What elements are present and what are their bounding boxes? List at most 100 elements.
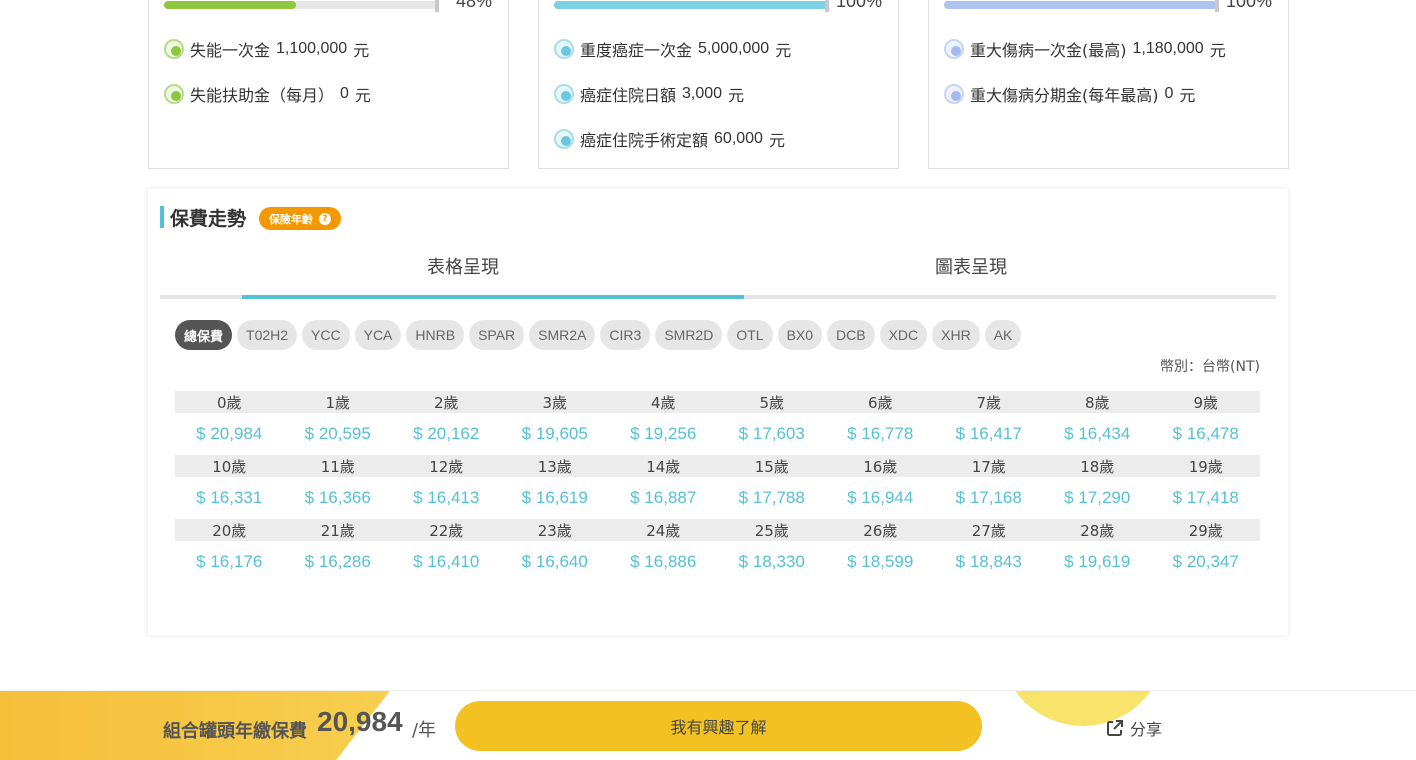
plan-chip[interactable]: AK <box>984 320 1022 350</box>
coverage-progress-bar <box>944 1 1218 9</box>
coverage-item-label: 重大傷病分期金(每年最高) <box>970 86 1159 105</box>
age-cell: 28歲 <box>1080 521 1115 540</box>
coverage-item-unit: 元 <box>775 41 792 60</box>
coverage-card-disability: 48% 失能一次金 1,100,000 元 失能扶助金（每月） 0 元 <box>148 0 509 169</box>
age-cell: 6歲 <box>867 393 893 412</box>
plan-chip[interactable]: T02H2 <box>237 320 298 350</box>
age-cell: 3歲 <box>542 393 568 412</box>
bottom-action-bar: 組合罐頭年繳保費 20,984 /年 我有興趣了解 分享 <box>0 690 1416 760</box>
coverage-item-amount: 0 <box>340 85 349 102</box>
age-cell: 13歲 <box>537 457 572 476</box>
currency-label: 幣別：台幣(NT) <box>1160 359 1260 375</box>
age-row: 20歲 21歲 22歲 23歲 24歲 25歲 26歲 27歲 28歲 29歲 <box>175 519 1260 541</box>
coverage-item: 重大傷病一次金(最高) 1,180,000 元 <box>944 37 1226 61</box>
age-cell: 19歲 <box>1188 457 1223 476</box>
premium-cell: $ 16,640 <box>521 552 588 571</box>
premium-cell: $ 17,290 <box>1064 488 1131 507</box>
insurance-age-label: 保險年齡 <box>269 212 313 226</box>
coverage-item-label: 癌症住院日額 <box>580 86 677 105</box>
age-row: 0歲 1歲 2歲 3歲 4歲 5歲 6歲 7歲 8歲 9歲 <box>175 391 1260 413</box>
plan-chip[interactable]: HNRB <box>406 320 465 350</box>
radio-dot-icon <box>164 39 184 59</box>
plan-chip[interactable]: YCC <box>302 320 350 350</box>
tab-table-view[interactable]: 表格呈現 <box>427 253 499 279</box>
age-cell: 24歲 <box>646 521 681 540</box>
title-accent-bar <box>160 206 164 228</box>
premium-cell: $ 16,286 <box>304 552 371 571</box>
age-cell: 11歲 <box>320 457 355 476</box>
insurance-age-badge[interactable]: 保險年齡 ? <box>259 207 341 230</box>
premium-cell: $ 16,176 <box>196 552 263 571</box>
premium-cell: $ 19,619 <box>1064 552 1131 571</box>
tab-active-indicator <box>242 295 744 299</box>
coverage-item-amount: 1,180,000 <box>1132 40 1204 57</box>
coverage-percent: 48% <box>455 0 492 11</box>
share-button[interactable]: 分享 <box>1106 716 1162 740</box>
coverage-item: 癌症住院手術定額 60,000 元 <box>554 127 785 151</box>
age-cell: 5歲 <box>759 393 785 412</box>
coverage-item-amount: 0 <box>1164 85 1174 102</box>
coverage-item-label: 癌症住院手術定額 <box>580 131 709 150</box>
plan-chip[interactable]: CIR3 <box>600 320 651 350</box>
age-cell: 4歲 <box>650 393 676 412</box>
plan-chip[interactable]: BX0 <box>777 320 823 350</box>
plan-chip[interactable]: SMR2D <box>655 320 723 350</box>
plan-chip[interactable]: XDC <box>879 320 928 350</box>
radio-dot-icon <box>944 39 964 59</box>
premium-cell: $ 16,887 <box>630 488 697 507</box>
coverage-item-amount: 5,000,000 <box>698 40 770 57</box>
section-title-text: 保費走勢 <box>170 207 247 230</box>
premium-cell: $ 17,418 <box>1172 488 1239 507</box>
radio-dot-icon <box>554 129 574 149</box>
coverage-percent: 100% <box>1225 0 1272 11</box>
question-icon[interactable]: ? <box>319 212 331 225</box>
plan-chip[interactable]: XHR <box>932 320 980 350</box>
premium-cell: $ 16,886 <box>630 552 697 571</box>
premium-row: $ 16,176 $ 16,286 $ 16,410 $ 16,640 $ 16,886… <box>175 541 1260 583</box>
coverage-progress-fill <box>944 1 1218 9</box>
plan-chip[interactable]: YCA <box>354 320 402 350</box>
progress-marker <box>1215 0 1219 12</box>
coverage-item-unit: 元 <box>1179 86 1196 105</box>
coverage-item-label: 失能扶助金（每月） <box>190 86 335 105</box>
age-cell: 21歲 <box>320 521 355 540</box>
coverage-item-unit: 元 <box>728 86 745 105</box>
premium-cell: $ 20,347 <box>1172 552 1239 571</box>
total-premium-label: 組合罐頭年繳保費 <box>163 721 307 742</box>
coverage-item-unit: 元 <box>354 86 371 105</box>
premium-cell: $ 18,843 <box>955 552 1022 571</box>
progress-marker <box>825 0 829 12</box>
radio-dot-icon <box>554 84 574 104</box>
premium-cell: $ 18,599 <box>847 552 914 571</box>
premium-cell: $ 17,788 <box>738 488 805 507</box>
premium-cell: $ 16,417 <box>955 424 1022 443</box>
plan-chip[interactable]: 總保費 <box>175 320 233 350</box>
premium-cell: $ 17,168 <box>955 488 1022 507</box>
plan-chip[interactable]: DCB <box>827 320 875 350</box>
coverage-item-unit: 元 <box>1209 41 1226 60</box>
age-cell: 8歲 <box>1084 393 1110 412</box>
age-cell: 25歲 <box>754 521 789 540</box>
age-cell: 9歲 <box>1193 393 1219 412</box>
coverage-item: 重大傷病分期金(每年最高) 0 元 <box>944 82 1195 106</box>
tab-chart-view[interactable]: 圖表呈現 <box>935 253 1007 279</box>
age-cell: 0歲 <box>216 393 242 412</box>
plan-chip[interactable]: SPAR <box>469 320 525 350</box>
coverage-progress-fill <box>554 1 828 9</box>
coverage-percent: 100% <box>835 0 882 11</box>
plan-filter-chips: 總保費 T02H2 YCC YCA HNRB SPAR SMR2A CIR3 SMR2D OTL B… <box>175 320 1026 350</box>
coverage-item: 癌症住院日額 3,000 元 <box>554 82 744 106</box>
age-cell: 20歲 <box>212 521 247 540</box>
plan-chip[interactable]: SMR2A <box>529 320 596 350</box>
premium-cell: $ 17,603 <box>738 424 805 443</box>
age-cell: 18歲 <box>1080 457 1115 476</box>
age-cell: 26歲 <box>863 521 898 540</box>
premium-cell: $ 16,778 <box>847 424 914 443</box>
premium-cell: $ 16,944 <box>847 488 914 507</box>
age-row: 10歲 11歲 12歲 13歲 14歲 15歲 16歲 17歲 18歲 19歲 <box>175 455 1260 477</box>
plan-chip[interactable]: OTL <box>727 320 773 350</box>
age-cell: 23歲 <box>537 521 572 540</box>
interested-button[interactable]: 我有興趣了解 <box>455 701 982 751</box>
coverage-item-unit: 元 <box>353 41 370 60</box>
premium-cell: $ 16,619 <box>521 488 588 507</box>
